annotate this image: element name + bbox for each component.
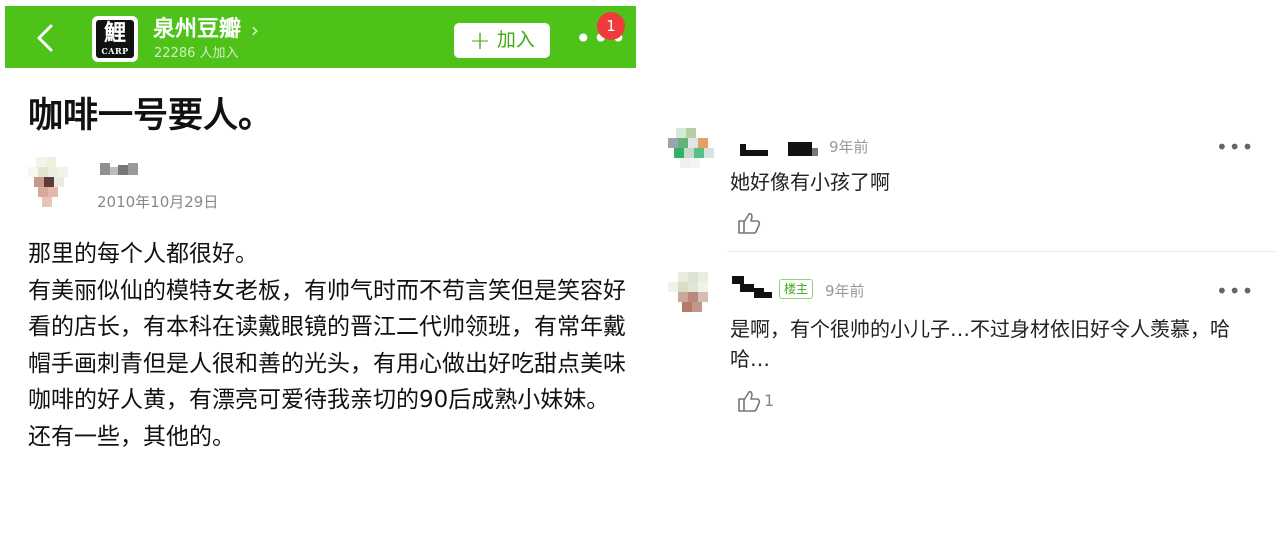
post-paragraph: 有美丽似仙的模特女老板，有帅气时而不苟言笑但是笑容好看的店长，有本科在读戴眼镜的… xyxy=(28,277,626,450)
notification-badge: 1 xyxy=(597,12,625,40)
plus-icon: + xyxy=(469,26,491,56)
commenter-name[interactable] xyxy=(740,138,820,162)
post-body: 那里的每个人都很好。 有美丽似仙的模特女老板，有帅气时而不苟言笑但是笑容好看的店… xyxy=(28,236,628,455)
author-name[interactable] xyxy=(100,163,140,187)
logo-char: 鯉 xyxy=(103,20,126,46)
post-title: 咖啡一号要人。 xyxy=(28,96,274,136)
logo-word: CARP xyxy=(101,46,129,56)
like-button[interactable] xyxy=(736,210,786,236)
author-avatar[interactable] xyxy=(28,157,74,217)
group-logo[interactable]: 鯉 CARP xyxy=(92,16,138,62)
join-button[interactable]: + 加入 xyxy=(454,23,550,58)
comment-time: 9年前 xyxy=(825,282,865,300)
comment-divider xyxy=(727,251,1275,252)
commenter-avatar[interactable] xyxy=(668,128,716,182)
chevron-right-icon[interactable]: › xyxy=(251,18,259,42)
post-date: 2010年10月29日 xyxy=(97,193,219,211)
group-header-bar: 鯉 CARP 泉州豆瓣 › 22286 人加入 + 加入 ••• 1 xyxy=(5,6,636,68)
chevron-left-icon[interactable] xyxy=(31,20,61,56)
comment-time: 9年前 xyxy=(829,138,869,156)
group-member-count: 22286 人加入 xyxy=(154,46,239,61)
group-name[interactable]: 泉州豆瓣 xyxy=(153,16,241,44)
join-label: 加入 xyxy=(496,29,535,51)
thumbs-up-icon xyxy=(738,212,761,234)
more-icon[interactable]: ••• xyxy=(1216,137,1254,157)
commenter-name[interactable] xyxy=(732,276,772,300)
like-count: 1 xyxy=(764,391,775,410)
comment-text: 她好像有小孩了啊 xyxy=(730,170,890,194)
commenter-avatar[interactable] xyxy=(668,272,716,322)
like-button[interactable]: 1 xyxy=(736,388,786,414)
op-tag: 楼主 xyxy=(779,279,814,299)
thumbs-up-icon xyxy=(738,390,761,412)
post-paragraph: 那里的每个人都很好。 xyxy=(28,241,258,267)
comment-text: 是啊，有个很帅的小儿子…不过身材依旧好令人羡慕，哈哈… xyxy=(730,317,1230,371)
more-icon[interactable]: ••• xyxy=(1216,281,1254,301)
post-panel: 鯉 CARP 泉州豆瓣 › 22286 人加入 + 加入 ••• 1 咖啡一号要人… xyxy=(0,0,640,554)
